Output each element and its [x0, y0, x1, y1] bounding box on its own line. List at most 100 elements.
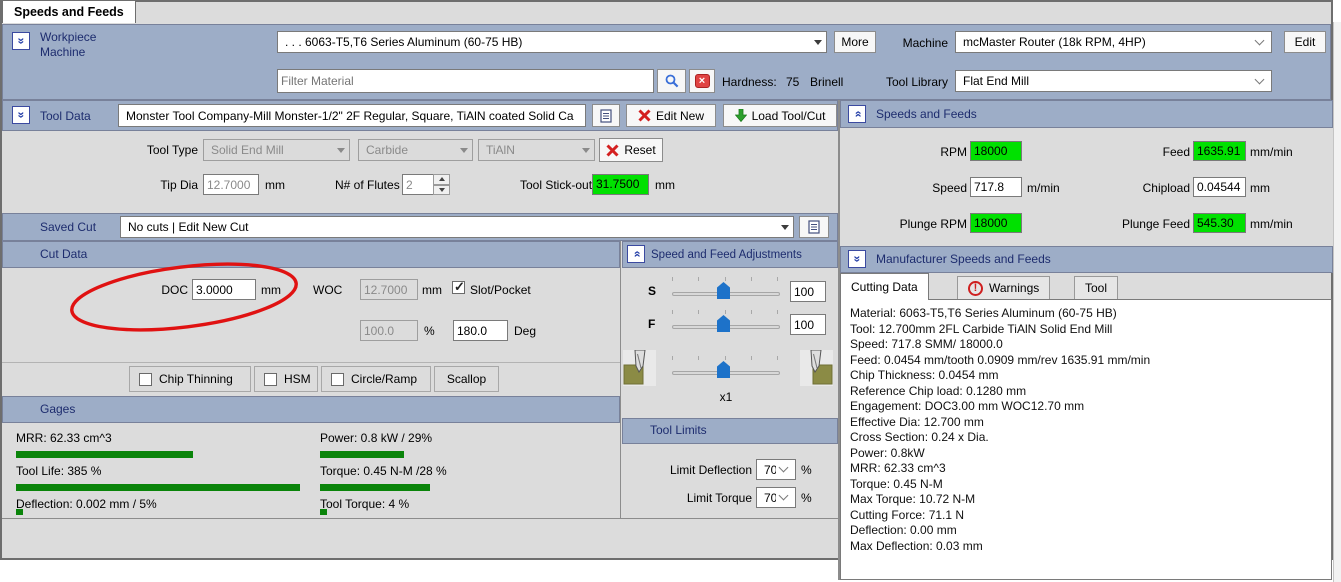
stepper-up-button[interactable]	[433, 174, 450, 185]
chevron-double-down-icon: »	[15, 38, 27, 45]
machine-select[interactable]: mcMaster Router (18k RPM, 4HP)	[955, 31, 1272, 53]
woc-unit: mm	[422, 283, 442, 297]
vertical-scrollbar[interactable]	[1333, 22, 1341, 582]
dropdown-arrow-icon	[337, 148, 345, 153]
tool-library-value: Flat End Mill	[963, 74, 1252, 88]
document-icon	[600, 109, 612, 123]
chevron-double-down-icon: »	[851, 256, 863, 263]
chip-thinning-label: Chip Thinning	[159, 372, 233, 386]
gages-header	[2, 396, 620, 423]
feed-slider-label: F	[648, 317, 655, 331]
chipload-unit: mm	[1250, 181, 1270, 195]
warnings-tab-label: Warnings	[989, 281, 1039, 295]
tab-warnings[interactable]: Warnings	[957, 276, 1050, 300]
chipload-input[interactable]	[1193, 177, 1246, 197]
gage-power-bar	[320, 451, 610, 458]
chip-thinning-option[interactable]: Chip Thinning	[129, 366, 251, 392]
clear-filter-button[interactable]	[689, 69, 715, 93]
edit-new-tool-button[interactable]: Edit New	[626, 104, 716, 127]
divider	[2, 518, 838, 519]
endmill-light-cut-icon	[623, 350, 656, 386]
load-tool-cut-button[interactable]: Load Tool/Cut	[723, 104, 837, 127]
rpm-value[interactable]: 18000	[970, 141, 1022, 161]
tool-notes-button[interactable]	[592, 104, 620, 127]
tool-type-value: Solid End Mill	[211, 143, 333, 157]
engagement-angle-input[interactable]	[453, 320, 508, 341]
search-material-button[interactable]	[657, 69, 686, 93]
report-line: Cutting Force: 71.1 N	[850, 508, 1322, 524]
report-line: Speed: 717.8 SMM/ 18000.0	[850, 337, 1322, 353]
tool-data-collapse-button[interactable]: »	[12, 106, 30, 124]
cutting-data-report[interactable]: Material: 6063-T5,T6 Series Aluminum (60…	[840, 299, 1332, 580]
edit-machine-button[interactable]: Edit	[1284, 31, 1326, 53]
tool-library-select[interactable]: Flat End Mill	[955, 70, 1272, 92]
scallop-button[interactable]: Scallop	[434, 366, 499, 392]
limit-torque-select[interactable]: 70	[756, 487, 796, 508]
tool-limits-title: Tool Limits	[650, 423, 707, 437]
manufacturer-collapse-button[interactable]: »	[848, 250, 866, 268]
tab-speeds-and-feeds[interactable]: Speeds and Feeds	[2, 0, 136, 23]
woc-percent-input[interactable]	[360, 320, 418, 341]
dropdown-arrow-icon	[582, 148, 590, 153]
tab-tool[interactable]: Tool	[1074, 276, 1118, 300]
tip-dia-input[interactable]	[203, 174, 259, 195]
reset-tool-button[interactable]: Reset	[599, 138, 663, 162]
stickout-unit: mm	[655, 178, 675, 192]
machine-select-value: mcMaster Router (18k RPM, 4HP)	[963, 35, 1252, 49]
speeds-feeds-collapse-button[interactable]: »	[848, 105, 866, 123]
report-line: Effective Dia: 12.700 mm	[850, 415, 1322, 431]
hardness-value: 75	[786, 75, 799, 89]
plunge-feed-value[interactable]: 545.30	[1193, 213, 1246, 233]
limit-deflection-unit: %	[801, 463, 812, 477]
speed-slider-label: S	[648, 284, 656, 298]
load-tool-cut-label: Load Tool/Cut	[752, 109, 826, 123]
surface-speed-input[interactable]	[970, 177, 1022, 197]
flutes-stepper[interactable]	[433, 174, 450, 195]
tab-cutting-data[interactable]: Cutting Data	[840, 273, 929, 300]
material-select[interactable]: . . . 6063-T5,T6 Series Aluminum (60-75 …	[277, 31, 827, 53]
tool-tab-label: Tool	[1085, 281, 1107, 295]
tool-material-select[interactable]: Carbide	[358, 139, 473, 161]
slider-ticks	[672, 310, 778, 314]
tool-coating-select[interactable]: TiAlN	[478, 139, 595, 161]
flutes-input[interactable]	[402, 174, 434, 195]
cut-data-title: Cut Data	[40, 247, 87, 261]
tool-type-select[interactable]: Solid End Mill	[203, 139, 350, 161]
chevron-double-up-icon: »	[851, 111, 863, 118]
flutes-label: N# of Flutes	[335, 178, 400, 192]
reset-label: Reset	[624, 143, 655, 157]
workpiece-collapse-button[interactable]: »	[12, 32, 30, 50]
feed-adjust-input[interactable]	[790, 314, 826, 335]
speed-adjust-input[interactable]	[790, 281, 826, 302]
doc-input[interactable]	[192, 279, 256, 300]
woc-input[interactable]	[360, 279, 418, 300]
saved-cut-notes-button[interactable]	[799, 216, 829, 238]
hsm-label: HSM	[284, 372, 311, 386]
circle-ramp-option[interactable]: Circle/Ramp	[321, 366, 431, 392]
filter-material-input[interactable]	[277, 69, 654, 93]
stickout-value[interactable]: 31.7500	[592, 174, 649, 195]
plunge-rpm-value[interactable]: 18000	[970, 213, 1022, 233]
tool-data-title: Tool Data	[40, 109, 91, 123]
slot-pocket-checkbox[interactable]	[452, 281, 465, 294]
hsm-option[interactable]: HSM	[254, 366, 318, 392]
machine-label: Machine	[860, 36, 948, 50]
adjustments-collapse-button[interactable]: »	[627, 245, 645, 263]
saved-cut-select[interactable]: No cuts | Edit New Cut	[120, 216, 794, 238]
slider-ticks	[672, 356, 778, 360]
feed-value[interactable]: 1635.91	[1193, 141, 1246, 161]
tool-select[interactable]: Monster Tool Company-Mill Monster-1/2" 2…	[118, 104, 586, 127]
circle-ramp-checkbox[interactable]	[331, 373, 344, 386]
report-line: Deflection: 0.00 mm	[850, 523, 1322, 539]
engagement-angle-unit: Deg	[514, 324, 536, 338]
woc-percent-unit: %	[424, 324, 435, 338]
gage-tool-life-label: Tool Life: 385 %	[16, 464, 101, 478]
report-line: Tool: 12.700mm 2FL Carbide TiAlN Solid E…	[850, 322, 1322, 338]
stepper-down-button[interactable]	[433, 185, 450, 196]
hsm-checkbox[interactable]	[264, 373, 277, 386]
limit-torque-label: Limit Torque	[630, 491, 752, 505]
chevron-down-icon	[779, 491, 789, 501]
limit-deflection-select[interactable]: 70	[756, 459, 796, 480]
plunge-feed-label: Plunge Feed	[1100, 217, 1190, 231]
chip-thinning-checkbox[interactable]	[139, 373, 152, 386]
